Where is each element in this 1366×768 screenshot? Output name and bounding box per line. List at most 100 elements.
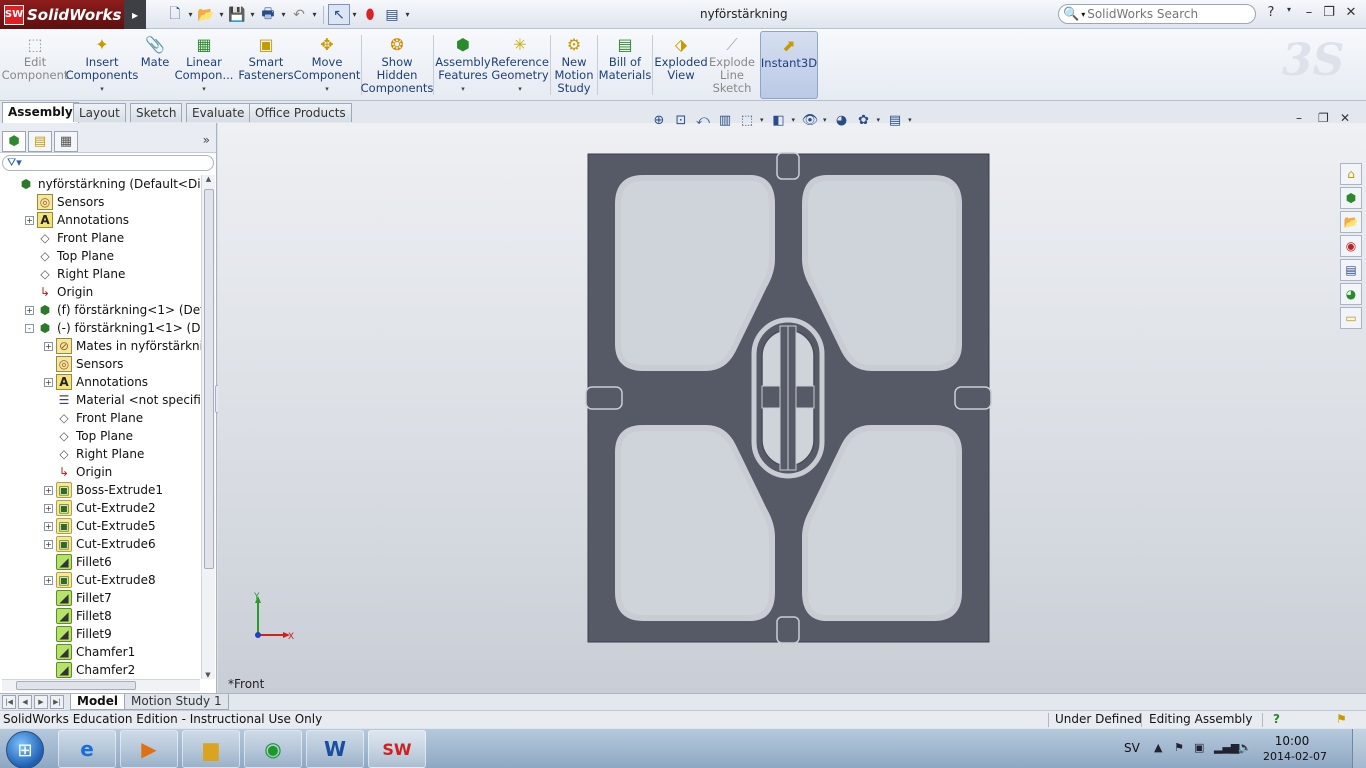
expand-icon[interactable]: +	[44, 377, 53, 387]
show-hidden-components-button[interactable]: ❂ Show Hidden Components	[361, 31, 434, 99]
device-icon[interactable]: ▣	[1194, 741, 1204, 754]
view-palette-icon[interactable]: ▤	[1340, 259, 1362, 281]
tab-assembly[interactable]: Assembly	[2, 102, 79, 123]
clock-time[interactable]: 10:00	[1262, 734, 1322, 748]
expand-icon[interactable]: +	[25, 215, 34, 225]
new-dropdown[interactable]: ▾	[186, 10, 195, 19]
start-button[interactable]: ⊞	[6, 731, 44, 768]
minimize-window-icon[interactable]: –	[1300, 5, 1318, 20]
quick-tips-help-icon[interactable]: ?	[1273, 711, 1280, 728]
edit-component-button[interactable]: ⬚ Edit Component	[2, 31, 69, 99]
expand-icon[interactable]: +	[44, 341, 53, 351]
tree-item[interactable]: ◢ Chamfer2	[44, 661, 135, 679]
rebuild-traffic-light-icon[interactable]: ⬮	[359, 4, 381, 25]
expand-icon[interactable]: +	[44, 575, 53, 585]
solidworks-search-box[interactable]: 🔍 ▾	[1058, 4, 1256, 24]
new-motion-study-button[interactable]: ⚙ New Motion Study	[553, 31, 595, 99]
new-document-icon[interactable]: 🗋	[164, 4, 186, 25]
assembly-features-dropdown-icon[interactable]: ▾	[461, 83, 465, 96]
help-dropdown[interactable]: ▾	[1280, 5, 1298, 14]
tree-item[interactable]: ◇ Front Plane	[44, 409, 143, 427]
tree-item[interactable]: ◇ Top Plane	[25, 247, 114, 265]
property-manager-tab-icon[interactable]: ▤	[28, 131, 52, 152]
tree-item[interactable]: ↳ Origin	[44, 463, 112, 481]
tree-item[interactable]: ◇ Top Plane	[44, 427, 133, 445]
insert-components-dropdown-icon[interactable]: ▾	[100, 83, 104, 96]
search-input[interactable]	[1087, 7, 1248, 21]
tree-item[interactable]: + ▣ Boss-Extrude1	[44, 481, 163, 499]
tree-item[interactable]: ↳ Origin	[25, 283, 93, 301]
select-dropdown[interactable]: ▾	[350, 10, 359, 19]
tree-item[interactable]: + A Annotations	[25, 211, 129, 229]
tree-vertical-scrollbar[interactable]: ▲ ▼	[201, 175, 215, 679]
panel-expand-icon[interactable]: »	[203, 133, 210, 147]
custom-properties-icon[interactable]: ▭	[1340, 307, 1362, 329]
linear-pattern-dropdown-icon[interactable]: ▾	[202, 83, 206, 96]
graphics-viewport[interactable]: ⊕ ⊡ ⤺ ▥ ⬚ ▾ ◧ ▾ 👁 ▾ ◕ ✿ ▾ ▤ ▾ – ❐ ✕ ⌂ ⬢ 📂 ◉ ▤ ◕ ▭ Y X …	[218, 111, 1366, 693]
next-tab-icon[interactable]: ▶	[34, 695, 48, 709]
tree-item[interactable]: + A Annotations	[44, 373, 148, 391]
volume-icon[interactable]: 🔊	[1238, 741, 1252, 754]
appearances-icon[interactable]: ◕	[1340, 283, 1362, 305]
tree-item[interactable]: + ▣ Cut-Extrude2	[44, 499, 156, 517]
open-folder-icon[interactable]: 📂	[195, 4, 217, 25]
first-tab-icon[interactable]: |◀	[2, 695, 16, 709]
collapse-icon[interactable]: -	[25, 323, 34, 333]
action-center-flag-icon[interactable]: ⚑	[1174, 741, 1184, 754]
save-dropdown[interactable]: ▾	[248, 10, 257, 19]
tab-office-products[interactable]: Office Products	[249, 103, 352, 122]
tab-model[interactable]: Model	[70, 694, 126, 710]
instant3d-button[interactable]: ⬈ Instant3D	[760, 31, 818, 99]
feature-manager-tab-icon[interactable]: ⬢	[2, 131, 26, 152]
insert-components-button[interactable]: ✦ Insert Components ▾	[66, 31, 139, 99]
assembly-features-button[interactable]: ⬢ Assembly Features ▾	[435, 31, 490, 99]
tree-scroll-thumb[interactable]	[204, 189, 214, 569]
tree-item[interactable]: ◎ Sensors	[44, 355, 123, 373]
menu-expand-arrow-icon[interactable]: ▸	[124, 0, 146, 29]
tree-item[interactable]: -⬢ (-) förstärkning1<1> (Defau	[25, 319, 201, 337]
exploded-view-button[interactable]: ⬗ Exploded View	[654, 31, 707, 99]
show-desktop-button[interactable]	[1352, 729, 1366, 768]
tab-motion-study-1[interactable]: Motion Study 1	[124, 694, 229, 710]
expand-icon[interactable]: +	[25, 305, 34, 315]
reinforcement-plate-model[interactable]	[585, 152, 992, 644]
tree-item[interactable]: ◇ Right Plane	[25, 265, 125, 283]
tree-item[interactable]: ◢ Fillet7	[44, 589, 112, 607]
undo-dropdown[interactable]: ▾	[310, 10, 319, 19]
reference-geometry-button[interactable]: ✳ Reference Geometry ▾	[491, 31, 549, 99]
select-pointer-icon[interactable]: ↖	[328, 4, 350, 25]
tab-sketch[interactable]: Sketch	[130, 103, 183, 122]
tree-item[interactable]: ☰ Material <not specified>	[44, 391, 201, 409]
file-explorer-icon[interactable]: 📂	[1340, 211, 1362, 233]
options-icon[interactable]: ▤	[381, 4, 403, 25]
save-icon[interactable]: 💾	[226, 4, 248, 25]
tree-item[interactable]: ◇ Right Plane	[44, 445, 144, 463]
language-indicator[interactable]: SV	[1124, 741, 1140, 755]
undo-icon[interactable]: ↶	[288, 4, 310, 25]
expand-icon[interactable]: +	[44, 503, 53, 513]
scroll-up-arrow-icon[interactable]: ▲	[202, 175, 215, 183]
tree-item[interactable]: + ⬢ (f) förstärkning<1> (Defaul	[25, 301, 201, 319]
home-icon[interactable]: ⌂	[1340, 163, 1362, 185]
search-scope-dropdown[interactable]: ▾	[1081, 10, 1085, 19]
expand-icon[interactable]: +	[44, 539, 53, 549]
taskbar-media-player[interactable]: ▶	[120, 730, 178, 768]
design-library-icon[interactable]: ⬢	[1340, 187, 1362, 209]
tree-item[interactable]: ◢ Fillet9	[44, 625, 112, 643]
reference-geometry-dropdown-icon[interactable]: ▾	[518, 83, 522, 96]
expand-icon[interactable]: +	[44, 485, 53, 495]
model-drawing[interactable]	[218, 123, 1366, 693]
print-icon[interactable]: 🖶	[257, 4, 279, 25]
restore-window-icon[interactable]: ❐	[1320, 5, 1338, 20]
move-component-dropdown-icon[interactable]: ▾	[325, 83, 329, 96]
linear-component-pattern-button[interactable]: ▦ Linear Compon... ▾	[174, 31, 234, 99]
options-dropdown[interactable]: ▾	[403, 10, 412, 19]
mate-button[interactable]: 📎 Mate	[138, 31, 172, 99]
tree-item[interactable]: +⊘ Mates in nyförstärkning	[44, 337, 201, 355]
clock-date[interactable]: 2014-02-07	[1260, 750, 1330, 763]
print-dropdown[interactable]: ▾	[279, 10, 288, 19]
scroll-down-arrow-icon[interactable]: ▼	[202, 671, 214, 679]
prev-tab-icon[interactable]: ◀	[18, 695, 32, 709]
tree-item[interactable]: ⬢ nyförstärkning (Default<Displ	[6, 175, 201, 193]
taskbar-file-explorer[interactable]: ▆	[182, 730, 240, 768]
